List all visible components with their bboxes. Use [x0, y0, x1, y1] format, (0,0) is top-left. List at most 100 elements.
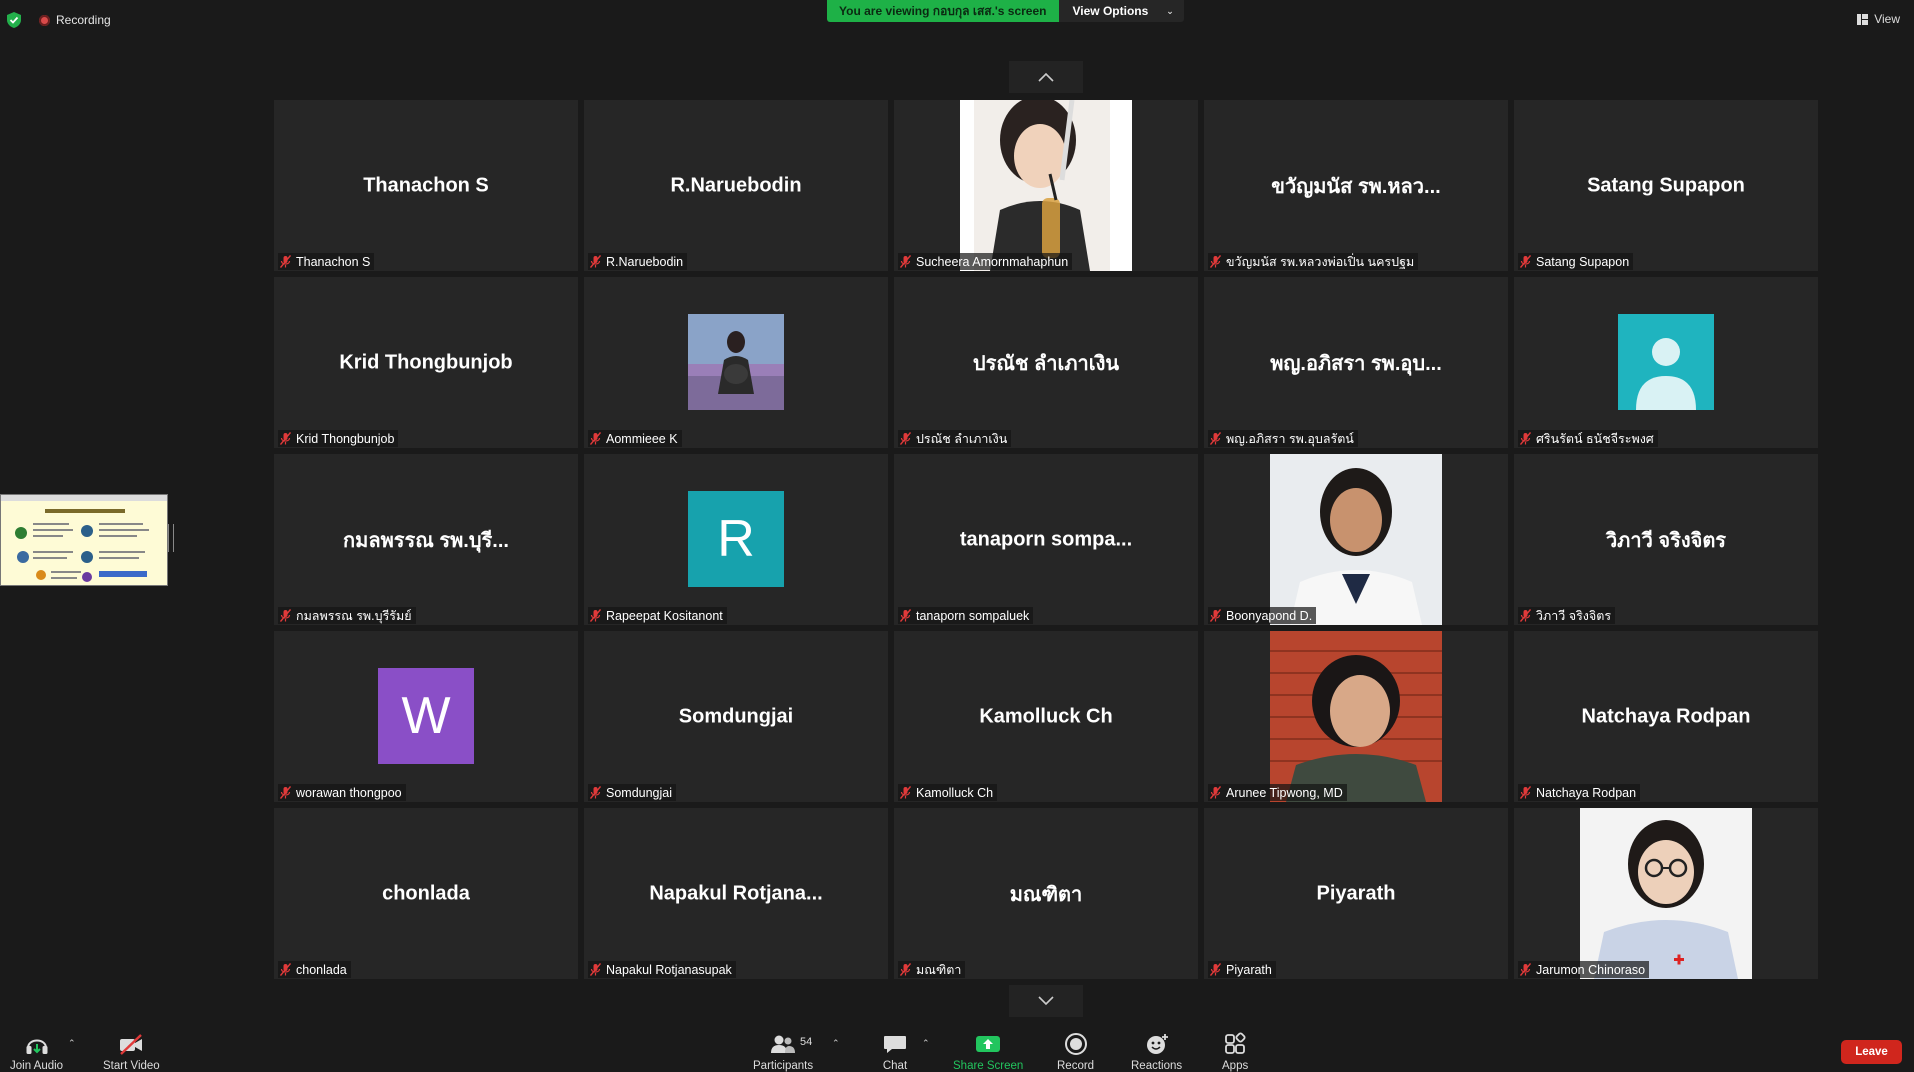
participant-tile[interactable]: R Rapeepat Kositanont — [584, 454, 888, 625]
muted-mic-icon — [280, 609, 291, 622]
join-audio-label: Join Audio — [10, 1060, 64, 1072]
initial-avatar: R — [688, 491, 784, 587]
participant-display-name: วิภาวี จริงจิตร — [1605, 529, 1727, 552]
start-video-label: Start Video — [103, 1060, 160, 1072]
start-video-button[interactable]: Start Video — [103, 1032, 160, 1072]
participant-caption-text: Natchaya Rodpan — [1536, 785, 1637, 800]
participant-display-name: tanaporn sompa... — [959, 528, 1133, 550]
muted-mic-icon — [1520, 255, 1531, 268]
chat-button[interactable]: Chat — [882, 1032, 908, 1072]
audio-options-chevron-icon[interactable]: ⌃ — [68, 1038, 76, 1049]
participant-tile[interactable]: Thanachon S Thanachon S — [274, 100, 578, 271]
muted-mic-icon — [590, 609, 601, 622]
shared-screen-thumbnail[interactable] — [0, 494, 168, 586]
view-label: View — [1874, 12, 1900, 26]
participant-display-name: Napakul Rotjana... — [649, 882, 823, 904]
previous-page-button[interactable] — [1009, 61, 1083, 93]
muted-mic-icon — [900, 963, 911, 976]
headphones-icon — [26, 1039, 48, 1054]
participant-caption-text: worawan thongpoo — [296, 785, 402, 800]
view-options-button[interactable]: View Options ⌄ — [1058, 0, 1184, 22]
participant-tile[interactable]: chonlada chonlada — [274, 808, 578, 979]
participant-tile[interactable]: Krid Thongbunjob Krid Thongbunjob — [274, 277, 578, 448]
participant-name-caption: Somdungjai — [588, 784, 677, 801]
participant-tile[interactable]: ศรินรัตน์ ธนัชจีระพงศ — [1514, 277, 1818, 448]
view-options-label: View Options — [1072, 4, 1149, 18]
participant-display-name: มณฑิตา — [1009, 883, 1083, 906]
participant-caption-text: chonlada — [296, 962, 347, 977]
participant-tile[interactable]: tanaporn sompa... tanaporn sompaluek — [894, 454, 1198, 625]
participant-name-caption: ศรินรัตน์ ธนัชจีระพงศ — [1518, 430, 1658, 447]
participant-tile[interactable]: Sucheera Amornmahaphun — [894, 100, 1198, 271]
join-audio-button[interactable]: Join Audio — [10, 1032, 63, 1072]
participant-tile[interactable]: Kamolluck Ch Kamolluck Ch — [894, 631, 1198, 802]
muted-mic-icon — [1520, 786, 1531, 799]
recording-indicator[interactable]: Recording — [39, 12, 111, 28]
participant-tile[interactable]: มณฑิตา มณฑิตา — [894, 808, 1198, 979]
leave-button[interactable]: Leave — [1841, 1040, 1902, 1064]
participant-name-caption: tanaporn sompaluek — [898, 607, 1034, 624]
muted-mic-icon — [900, 786, 911, 799]
recording-dot-icon — [39, 14, 50, 26]
participants-icon — [771, 1035, 796, 1053]
share-screen-icon — [976, 1036, 1001, 1052]
participant-display-name: Somdungjai — [678, 705, 794, 727]
participants-options-chevron-icon[interactable]: ⌃ — [832, 1038, 840, 1049]
participant-caption-text: Aommieee K — [606, 431, 678, 446]
gallery-grid: Thanachon S Thanachon S R.Naruebodin R.N… — [274, 100, 1818, 979]
next-page-button[interactable] — [1009, 985, 1083, 1017]
record-label: Record — [1057, 1060, 1095, 1072]
record-button[interactable]: Record — [1057, 1032, 1094, 1072]
participant-name-caption: Kamolluck Ch — [898, 784, 998, 801]
participant-tile[interactable]: กมลพรรณ รพ.บุรี... กมลพรรณ รพ.บุรีรัมย์ — [274, 454, 578, 625]
reactions-button[interactable]: Reactions — [1131, 1032, 1182, 1072]
view-button[interactable]: View — [1857, 12, 1900, 26]
participant-caption-text: ขวัญมนัส รพ.หลวงพ่อเปิ่น นครปฐม — [1226, 254, 1415, 269]
participant-name-caption: มณฑิตา — [898, 961, 966, 978]
participant-tile[interactable]: ปรณัช ลำเภาเงิน ปรณัช ลำเภาเงิน — [894, 277, 1198, 448]
participant-name-caption: worawan thongpoo — [278, 784, 406, 801]
participant-display-name: chonlada — [382, 882, 470, 904]
participant-tile[interactable]: Piyarath Piyarath — [1204, 808, 1508, 979]
participant-display-name: Kamolluck Ch — [979, 705, 1113, 727]
participant-tile[interactable]: R.Naruebodin R.Naruebodin — [584, 100, 888, 271]
muted-mic-icon — [590, 255, 601, 268]
participant-tile[interactable]: Natchaya Rodpan Natchaya Rodpan — [1514, 631, 1818, 802]
participant-tile[interactable]: Satang Supapon Satang Supapon — [1514, 100, 1818, 271]
participant-tile[interactable]: พญ.อภิสรา รพ.อุบ... พญ.อภิสรา รพ.อุบลรัต… — [1204, 277, 1508, 448]
participant-caption-text: Krid Thongbunjob — [296, 431, 395, 446]
participant-tile[interactable]: Napakul Rotjana... Napakul Rotjanasupak — [584, 808, 888, 979]
thumbnail-resize-handle[interactable] — [168, 524, 174, 552]
share-screen-button[interactable]: Share Screen — [953, 1032, 1023, 1072]
participant-name-caption: วิภาวี จริงจิตร — [1518, 607, 1616, 624]
muted-mic-icon — [900, 609, 911, 622]
muted-mic-icon — [590, 786, 601, 799]
apps-button[interactable]: Apps — [1222, 1032, 1248, 1072]
video-off-icon — [120, 1034, 143, 1055]
participant-tile[interactable]: Boonyapond D. — [1204, 454, 1508, 625]
participant-tile[interactable]: Somdungjai Somdungjai — [584, 631, 888, 802]
screen-share-banner: You are viewing กอบกุล เสส.'s screen Vie… — [827, 0, 1184, 22]
participant-tile[interactable]: Arunee Tipwong, MD — [1204, 631, 1508, 802]
default-avatar-icon — [1618, 314, 1714, 410]
participant-tile[interactable]: Jarumon Chinoraso — [1514, 808, 1818, 979]
viewing-screen-text: You are viewing กอบกุล เสส.'s screen — [827, 0, 1059, 22]
participant-tile[interactable]: W worawan thongpoo — [274, 631, 578, 802]
muted-mic-icon — [1520, 963, 1531, 976]
participants-count: 54 — [800, 1036, 813, 1048]
participant-display-name: Natchaya Rodpan — [1581, 705, 1751, 727]
participant-tile[interactable]: วิภาวี จริงจิตร วิภาวี จริงจิตร — [1514, 454, 1818, 625]
participant-caption-text: Piyarath — [1226, 962, 1272, 977]
muted-mic-icon — [280, 963, 291, 976]
participant-video — [1270, 631, 1442, 802]
participant-name-caption: Sucheera Amornmahaphun — [898, 253, 1073, 270]
participant-video — [1270, 454, 1442, 625]
chat-options-chevron-icon[interactable]: ⌃ — [922, 1038, 930, 1049]
shield-icon[interactable] — [7, 12, 21, 28]
participant-tile[interactable]: Aommieee K — [584, 277, 888, 448]
participant-caption-text: พญ.อภิสรา รพ.อุบลรัตน์ — [1226, 431, 1354, 446]
participants-label: Participants — [753, 1060, 814, 1072]
participant-name-caption: Arunee Tipwong, MD — [1208, 784, 1347, 801]
participant-tile[interactable]: ขวัญมนัส รพ.หลว... ขวัญมนัส รพ.หลวงพ่อเป… — [1204, 100, 1508, 271]
participant-display-name: Thanachon S — [363, 174, 489, 196]
